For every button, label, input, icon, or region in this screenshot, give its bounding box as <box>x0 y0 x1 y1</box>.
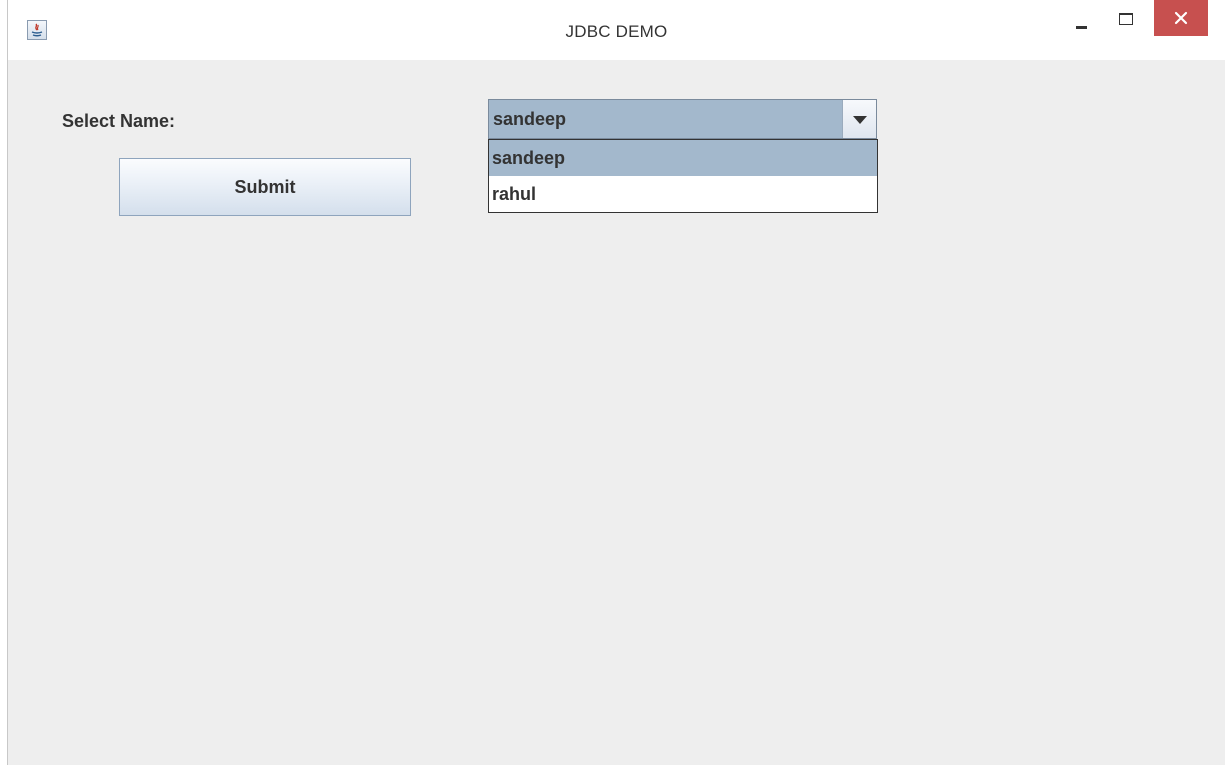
window-title: JDBC DEMO <box>565 22 668 41</box>
submit-button[interactable]: Submit <box>119 158 411 216</box>
name-combo-box[interactable]: sandeep <box>488 99 877 139</box>
app-window: JDBC DEMO Select Name: Submit sandeep sa… <box>7 0 1225 765</box>
minimize-icon[interactable] <box>1066 5 1096 37</box>
content-panel: Select Name: Submit sandeep sandeep rahu… <box>8 60 1225 765</box>
combo-selected-value: sandeep <box>493 109 567 129</box>
dropdown-option-rahul[interactable]: rahul <box>489 176 877 212</box>
select-name-label: Select Name: <box>62 111 176 131</box>
maximize-icon[interactable] <box>1112 5 1142 37</box>
title-bar[interactable]: JDBC DEMO <box>8 0 1225 60</box>
close-icon[interactable] <box>1154 0 1208 36</box>
dropdown-option-sandeep[interactable]: sandeep <box>489 140 877 176</box>
combo-dropdown-list: sandeep rahul <box>488 139 878 213</box>
chevron-down-icon[interactable] <box>842 100 876 138</box>
